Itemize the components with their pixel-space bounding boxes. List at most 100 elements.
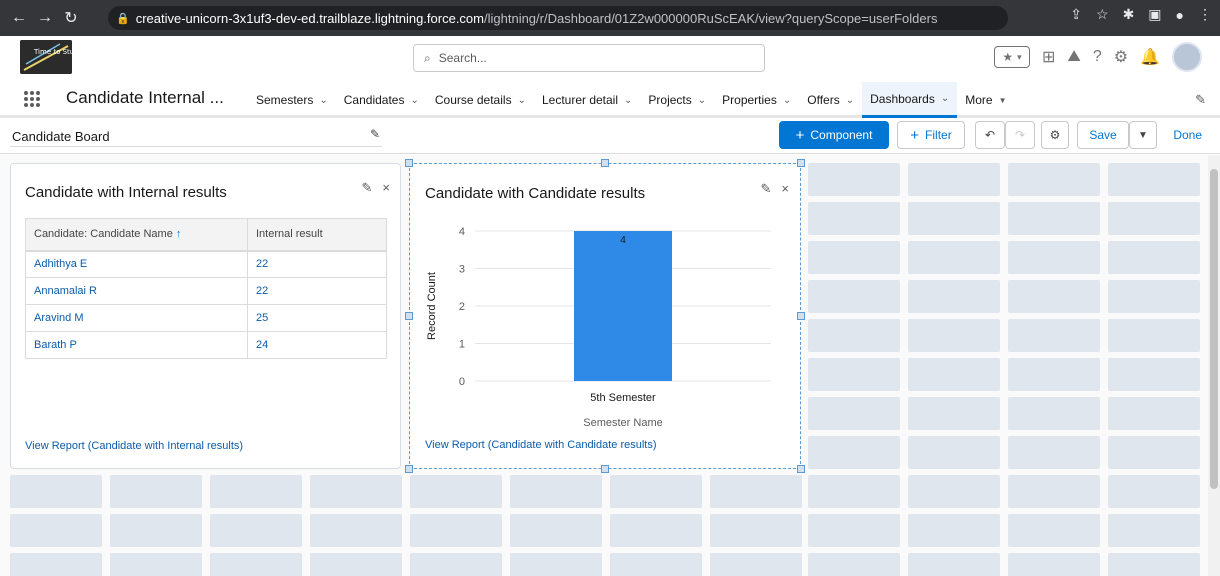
chevron-down-icon[interactable]: ⌄ bbox=[698, 95, 706, 106]
user-avatar[interactable] bbox=[1172, 42, 1202, 72]
resize-handle-right[interactable] bbox=[797, 312, 805, 320]
properties-button[interactable]: ⚙ bbox=[1041, 121, 1069, 149]
forward-icon[interactable]: → bbox=[32, 9, 58, 27]
nav-item-lecturer-detail[interactable]: Lecturer detail ⌄ bbox=[534, 82, 640, 118]
chevron-down-icon[interactable]: ⌄ bbox=[410, 95, 418, 106]
browser-menu-icon[interactable]: ⋮ bbox=[1198, 6, 1212, 23]
nav-item-semesters[interactable]: Semesters ⌄ bbox=[248, 82, 336, 118]
grid-cell bbox=[510, 553, 602, 576]
table-row: Annamalai R 22 bbox=[25, 277, 387, 305]
resize-handle-bottom-right[interactable] bbox=[797, 465, 805, 473]
nav-item-course-details[interactable]: Course details ⌄ bbox=[427, 82, 534, 118]
global-actions-icon[interactable]: ⊞ bbox=[1042, 47, 1055, 67]
data-label: 4 bbox=[620, 235, 626, 246]
dashboard-name-field[interactable]: Candidate Board ✎ bbox=[10, 125, 382, 147]
help-icon[interactable]: ? bbox=[1093, 48, 1102, 66]
internal-result-link[interactable]: 25 bbox=[247, 304, 387, 332]
page-scrollbar[interactable] bbox=[1208, 155, 1220, 576]
candidate-name-link[interactable]: Aravind M bbox=[25, 304, 248, 332]
grid-cell bbox=[808, 397, 900, 430]
grid-cell bbox=[908, 436, 1000, 469]
chevron-down-icon[interactable]: ⌄ bbox=[941, 93, 949, 104]
internal-result-link[interactable]: 22 bbox=[247, 250, 387, 278]
edit-nav-pencil-icon[interactable]: ✎ bbox=[1195, 92, 1206, 108]
grid-cell bbox=[110, 514, 202, 547]
scrollbar-thumb[interactable] bbox=[1210, 169, 1218, 489]
resize-handle-bottom-left[interactable] bbox=[405, 465, 413, 473]
chevron-down-icon[interactable]: ⌄ bbox=[518, 95, 526, 106]
grid-cell bbox=[210, 475, 302, 508]
grid-cell bbox=[310, 475, 402, 508]
grid-cell bbox=[210, 514, 302, 547]
chevron-down-icon: ▼ bbox=[1138, 129, 1148, 141]
undo-button[interactable]: ↶ bbox=[975, 121, 1005, 149]
resize-handle-top-left[interactable] bbox=[405, 159, 413, 167]
resize-handle-top-right[interactable] bbox=[797, 159, 805, 167]
view-report-link[interactable]: View Report (Candidate with Candidate re… bbox=[425, 439, 657, 451]
extensions-icon[interactable]: ✱ bbox=[1123, 6, 1135, 23]
address-bar[interactable]: 🔒 creative-unicorn-3x1uf3-dev-ed.trailbl… bbox=[108, 6, 1008, 30]
add-filter-label: Filter bbox=[925, 128, 952, 142]
grid-cell bbox=[908, 475, 1000, 508]
save-button[interactable]: Save bbox=[1077, 121, 1129, 149]
close-icon[interactable]: × bbox=[781, 181, 789, 197]
column-header-internal-result[interactable]: Internal result bbox=[247, 218, 387, 252]
profile-icon[interactable]: ● bbox=[1176, 7, 1184, 23]
close-icon[interactable]: × bbox=[382, 180, 390, 196]
nav-item-candidates[interactable]: Candidates ⌄ bbox=[336, 82, 427, 118]
app-launcher-icon[interactable] bbox=[24, 91, 40, 107]
grid-cell bbox=[1108, 163, 1200, 196]
sidepanel-icon[interactable]: ▣ bbox=[1148, 6, 1161, 23]
nav-item-offers[interactable]: Offers ⌄ bbox=[799, 82, 862, 118]
nav-item-properties[interactable]: Properties ⌄ bbox=[714, 82, 799, 118]
redo-button[interactable]: ↷ bbox=[1005, 121, 1035, 149]
chart-widget[interactable]: Candidate with Candidate results ✎ × 0 1 2… bbox=[410, 164, 800, 468]
view-report-link[interactable]: View Report (Candidate with Internal res… bbox=[25, 440, 243, 452]
back-icon[interactable]: ← bbox=[6, 9, 32, 27]
nav-item-dashboards[interactable]: Dashboards ⌄ bbox=[862, 82, 958, 118]
add-component-button[interactable]: + Component bbox=[779, 121, 889, 149]
chevron-down-icon: ▾ bbox=[1017, 51, 1022, 62]
candidate-name-link[interactable]: Barath P bbox=[25, 331, 248, 359]
x-axis-label: Semester Name bbox=[583, 417, 662, 429]
candidate-name-link[interactable]: Annamalai R bbox=[25, 277, 248, 305]
global-search-input[interactable]: ⌕ Search... bbox=[413, 44, 765, 72]
edit-pencil-icon[interactable]: ✎ bbox=[761, 181, 772, 197]
done-button[interactable]: Done bbox=[1173, 128, 1202, 142]
dashboard-toolbar: Candidate Board ✎ + Component + Filter ↶… bbox=[0, 118, 1220, 154]
reload-icon[interactable]: ↻ bbox=[58, 8, 84, 28]
grid-cell bbox=[1008, 475, 1100, 508]
trailhead-icon[interactable]: ⛰ bbox=[1067, 48, 1080, 66]
share-icon[interactable]: ⇪ bbox=[1070, 6, 1082, 23]
resize-handle-left[interactable] bbox=[405, 312, 413, 320]
org-logo[interactable]: Time to Study!! bbox=[20, 40, 72, 74]
chevron-down-icon[interactable]: ⌄ bbox=[846, 95, 854, 106]
chevron-down-icon[interactable]: ⌄ bbox=[624, 95, 632, 106]
app-navigation-bar: Candidate Internal ... Semesters ⌄ Candida… bbox=[0, 82, 1220, 118]
candidate-name-link[interactable]: Adhithya E bbox=[25, 250, 248, 278]
chevron-down-icon[interactable]: ⌄ bbox=[319, 95, 327, 106]
grid-cell bbox=[808, 163, 900, 196]
nav-item-more[interactable]: More ▼ bbox=[957, 82, 1014, 118]
url-domain: creative-unicorn-3x1uf3-dev-ed.trailblaz… bbox=[135, 10, 484, 26]
nav-item-label: Dashboards bbox=[870, 91, 935, 106]
table-widget[interactable]: Candidate with Internal results ✎ × Cand… bbox=[10, 163, 401, 469]
resize-handle-top[interactable] bbox=[601, 159, 609, 167]
internal-result-link[interactable]: 22 bbox=[247, 277, 387, 305]
edit-name-pencil-icon[interactable]: ✎ bbox=[370, 127, 380, 141]
add-filter-button[interactable]: + Filter bbox=[897, 121, 965, 149]
grid-cell bbox=[510, 514, 602, 547]
internal-result-link[interactable]: 24 bbox=[247, 331, 387, 359]
resize-handle-bottom[interactable] bbox=[601, 465, 609, 473]
column-header-candidate-name[interactable]: Candidate: Candidate Name ↑ bbox=[25, 218, 248, 252]
chevron-down-icon[interactable]: ⌄ bbox=[783, 95, 791, 106]
table-row: Barath P 24 bbox=[25, 331, 387, 359]
nav-item-projects[interactable]: Projects ⌄ bbox=[640, 82, 714, 118]
setup-gear-icon[interactable]: ⚙ bbox=[1114, 47, 1128, 67]
save-menu-button[interactable]: ▼ bbox=[1129, 121, 1157, 149]
favorites-button[interactable]: ★ ▾ bbox=[993, 46, 1030, 68]
bookmark-star-icon[interactable]: ☆ bbox=[1096, 6, 1109, 23]
notifications-bell-icon[interactable]: 🔔 bbox=[1140, 47, 1160, 67]
caret-down-icon[interactable]: ▼ bbox=[999, 96, 1007, 105]
edit-pencil-icon[interactable]: ✎ bbox=[362, 180, 373, 196]
